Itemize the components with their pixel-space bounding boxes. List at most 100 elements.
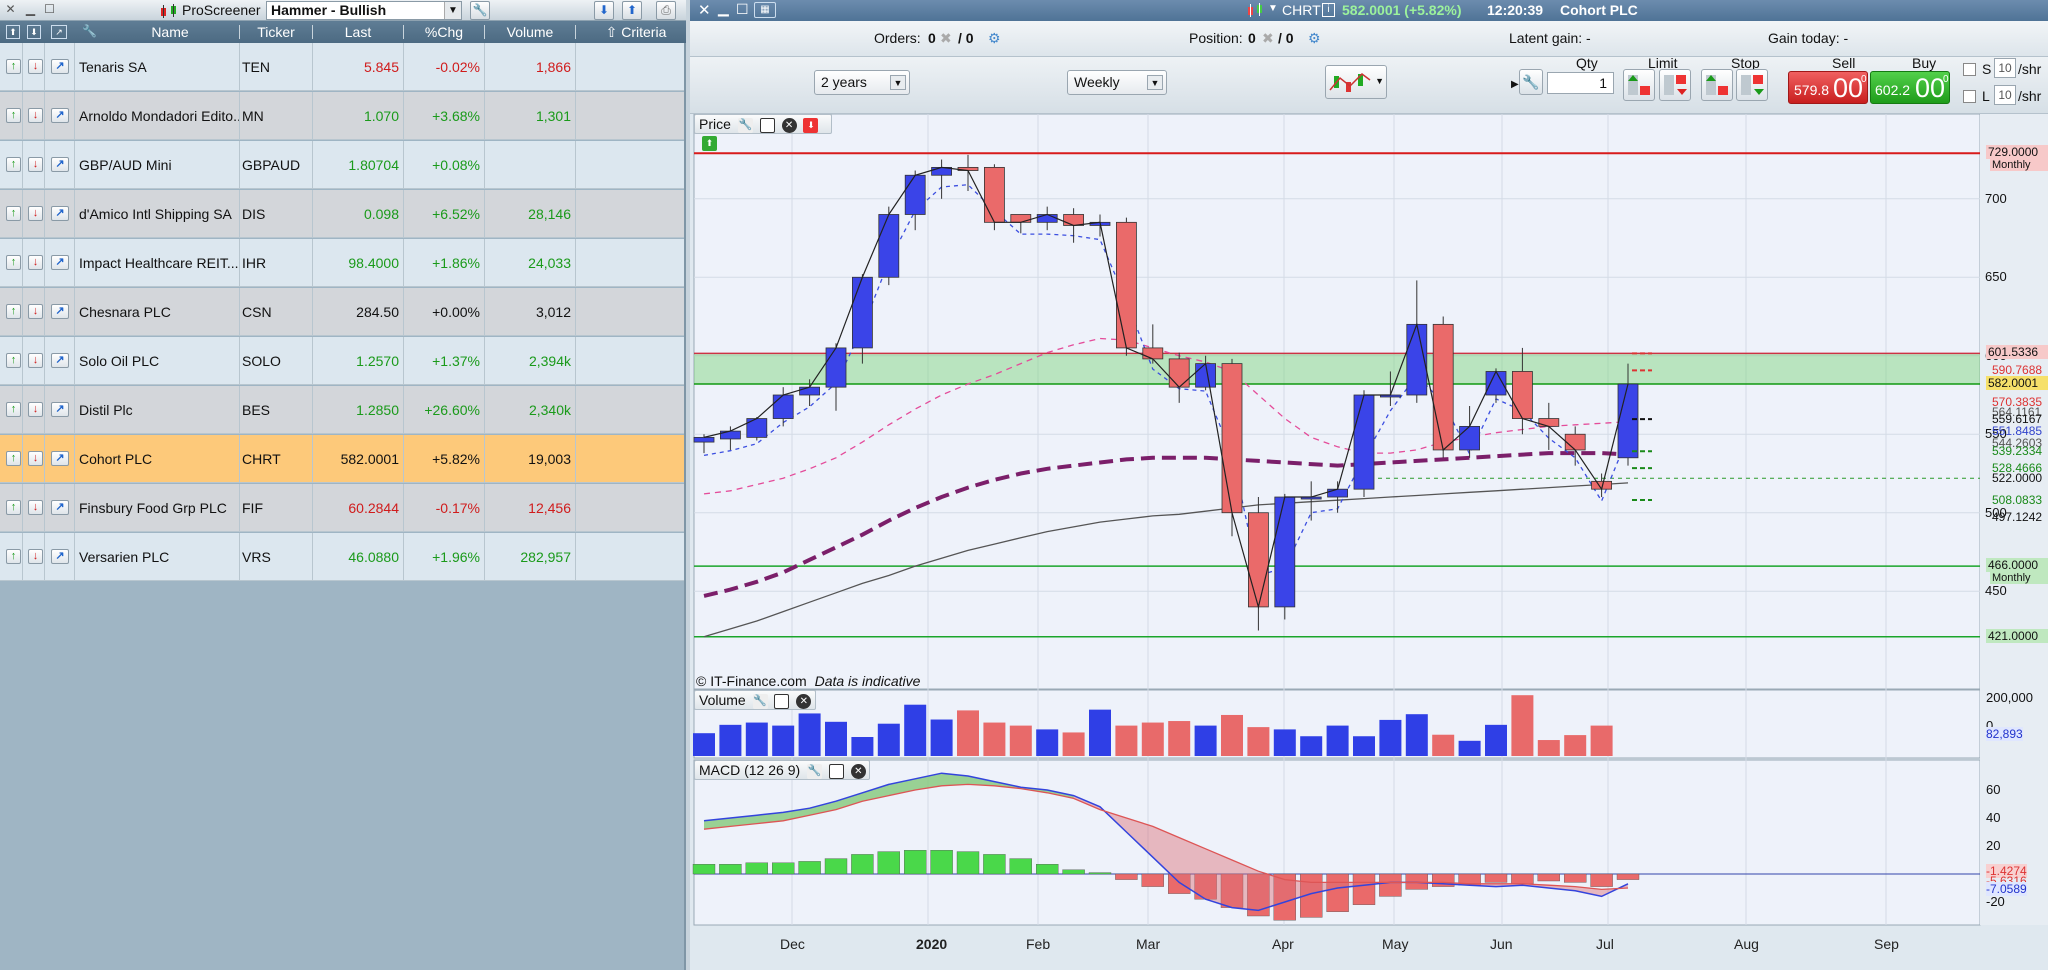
chart-svg[interactable] (690, 114, 2048, 970)
screener-row[interactable]: ↑ ↓ ↗ Finsbury Food Grp PLC FIF 60.2844 -0.17%… (0, 484, 684, 532)
open-chart-icon[interactable]: ↗ (51, 59, 69, 74)
l-checkbox[interactable] (1963, 90, 1976, 103)
col-up-icon[interactable]: ⬆ (6, 25, 20, 39)
screener-row[interactable]: ↑ ↓ ↗ Arnoldo Mondadori Edito... MN 1.070 +3.6… (0, 92, 684, 140)
open-chart-icon[interactable]: ↗ (51, 451, 69, 466)
window-icon[interactable] (774, 693, 790, 709)
open-chart-icon[interactable]: ↗ (51, 402, 69, 417)
wrench-icon[interactable]: 🔧 (470, 1, 490, 20)
close-icon[interactable]: ✕ (781, 117, 797, 133)
screener-row[interactable]: ↑ ↓ ↗ Chesnara PLC CSN 284.50 +0.00% 3,012 (0, 288, 684, 336)
window-icon[interactable] (828, 763, 844, 779)
indicators-button[interactable]: ▼ (1325, 65, 1387, 99)
cancel-icon[interactable]: ✖ (940, 30, 952, 47)
open-chart-icon[interactable]: ↗ (51, 353, 69, 368)
col-ticker[interactable]: Ticker (240, 24, 312, 40)
buy-arrow-icon[interactable]: ↑ (6, 500, 21, 515)
buy-arrow-icon[interactable]: ↑ (6, 549, 21, 564)
sell-arrow-icon[interactable]: ↓ (28, 255, 43, 270)
screener-row[interactable]: ↑ ↓ ↗ Versarien PLC VRS 46.0880 +1.96% 282,957 (0, 533, 684, 581)
info-icon[interactable]: i (1322, 3, 1335, 17)
gear-icon[interactable]: ⚙ (1308, 30, 1321, 47)
screener-row[interactable]: ↑ ↓ ↗ GBP/AUD Mini GBPAUD 1.80704 +0.08% (0, 141, 684, 189)
col-down-icon[interactable]: ⬇ (27, 25, 41, 39)
buy-arrow-icon[interactable]: ↑ (6, 402, 21, 417)
sell-arrow-icon[interactable]: ↓ (28, 59, 43, 74)
arrow-down-icon[interactable]: ⬇ (594, 1, 614, 20)
buy-arrow-icon[interactable]: ↑ (6, 59, 21, 74)
sell-arrow-icon[interactable]: ↓ (28, 500, 43, 515)
col-chg[interactable]: %Chg (404, 24, 484, 40)
open-chart-icon[interactable]: ↗ (51, 304, 69, 319)
buy-button[interactable]: 602.2 00 0 (1870, 71, 1950, 104)
chevron-down-icon[interactable]: ▼ (1268, 3, 1278, 14)
screener-row[interactable]: ↑ ↓ ↗ d'Amico Intl Shipping SA DIS 0.098 +6.52… (0, 190, 684, 238)
open-chart-icon[interactable]: ↗ (51, 206, 69, 221)
sell-button[interactable]: 579.8 00 0 (1788, 71, 1868, 104)
qty-input[interactable]: 1 (1547, 72, 1614, 94)
gear-icon[interactable]: ⚙ (988, 30, 1001, 47)
screener-row[interactable]: ↑ ↓ ↗ Solo Oil PLC SOLO 1.2570 +1.37% 2,394k (0, 337, 684, 385)
chevron-down-icon[interactable]: ▼ (1375, 76, 1384, 86)
sell-arrow-icon[interactable]: ↓ (28, 549, 43, 564)
sell-arrow-icon[interactable]: ↓ (28, 157, 43, 172)
close-icon[interactable]: ✕ (698, 1, 711, 19)
limit-buy-button[interactable] (1623, 69, 1655, 101)
print-icon[interactable]: ⎙ (656, 1, 676, 20)
window-icon[interactable] (759, 117, 775, 133)
chevron-down-icon[interactable]: ▼ (1147, 75, 1163, 90)
col-name[interactable]: Name (100, 24, 240, 40)
col-wrench-icon[interactable]: 🔧 (82, 24, 97, 38)
sell-arrow-icon[interactable]: ↓ (28, 353, 43, 368)
move-down-icon[interactable]: ⬇ (803, 117, 819, 133)
sell-arrow-icon[interactable]: ↓ (28, 206, 43, 221)
col-chart-icon[interactable]: ↗ (51, 25, 67, 39)
sell-arrow-icon[interactable]: ↓ (28, 402, 43, 417)
stop-buy-button[interactable] (1701, 69, 1733, 101)
open-chart-icon[interactable]: ↗ (51, 255, 69, 270)
buy-arrow-icon[interactable]: ↑ (6, 304, 21, 319)
open-chart-icon[interactable]: ↗ (51, 549, 69, 564)
buy-arrow-icon[interactable]: ↑ (6, 157, 21, 172)
close-icon[interactable]: ✕ (850, 763, 866, 779)
close-icon[interactable]: ✕ (4, 3, 17, 16)
buy-arrow-icon[interactable]: ↑ (6, 353, 21, 368)
move-up-icon[interactable]: ⬆ (702, 135, 717, 151)
screener-row[interactable]: ↑ ↓ ↗ Tenaris SA TEN 5.845 -0.02% 1,866 (0, 43, 684, 91)
period-select[interactable]: 2 years ▼ (814, 70, 910, 95)
buy-arrow-icon[interactable]: ↑ (6, 108, 21, 123)
screener-row[interactable]: ↑ ↓ ↗ Impact Healthcare REIT... IHR 98.4000 +1… (0, 239, 684, 287)
col-volume[interactable]: Volume (485, 24, 575, 40)
maximize-icon[interactable]: ☐ (43, 3, 56, 16)
sell-arrow-icon[interactable]: ↓ (28, 304, 43, 319)
maximize-icon[interactable]: ☐ (736, 1, 749, 18)
s-checkbox[interactable] (1963, 63, 1976, 76)
wrench-icon[interactable]: 🔧 (807, 763, 823, 779)
play-icon[interactable]: ▶ (1511, 79, 1519, 90)
l-input[interactable]: 10 (1994, 85, 2016, 105)
screener-row[interactable]: ↑ ↓ ↗ Distil Plc BES 1.2850 +26.60% 2,340k (0, 386, 684, 434)
close-icon[interactable]: ✕ (796, 693, 812, 709)
wrench-icon[interactable]: 🔧 (737, 117, 753, 133)
buy-arrow-icon[interactable]: ↑ (6, 255, 21, 270)
s-input[interactable]: 10 (1994, 58, 2016, 78)
col-criteria[interactable]: ⇧ Criteria (596, 24, 676, 41)
limit-sell-button[interactable] (1659, 69, 1691, 101)
open-chart-icon[interactable]: ↗ (51, 157, 69, 172)
chevron-down-icon[interactable]: ▼ (890, 75, 906, 90)
wrench-icon[interactable]: 🔧 (1519, 69, 1543, 95)
keyboard-icon[interactable]: ▦ (754, 2, 776, 18)
screener-select[interactable]: Hammer - Bullish ▼ (266, 1, 462, 20)
minimize-icon[interactable]: ▁ (24, 3, 37, 16)
arrow-up-icon[interactable]: ⬆ (622, 1, 642, 20)
screener-row[interactable]: ↑ ↓ ↗ Cohort PLC CHRT 582.0001 +5.82% 19,003 (0, 435, 684, 483)
col-last[interactable]: Last (313, 24, 403, 40)
open-chart-icon[interactable]: ↗ (51, 108, 69, 123)
open-chart-icon[interactable]: ↗ (51, 500, 69, 515)
wrench-icon[interactable]: 🔧 (752, 693, 768, 709)
buy-arrow-icon[interactable]: ↑ (6, 206, 21, 221)
sell-arrow-icon[interactable]: ↓ (28, 451, 43, 466)
minimize-icon[interactable]: ▁ (718, 0, 729, 17)
cancel-icon[interactable]: ✖ (1262, 30, 1274, 47)
stop-sell-button[interactable] (1736, 69, 1768, 101)
